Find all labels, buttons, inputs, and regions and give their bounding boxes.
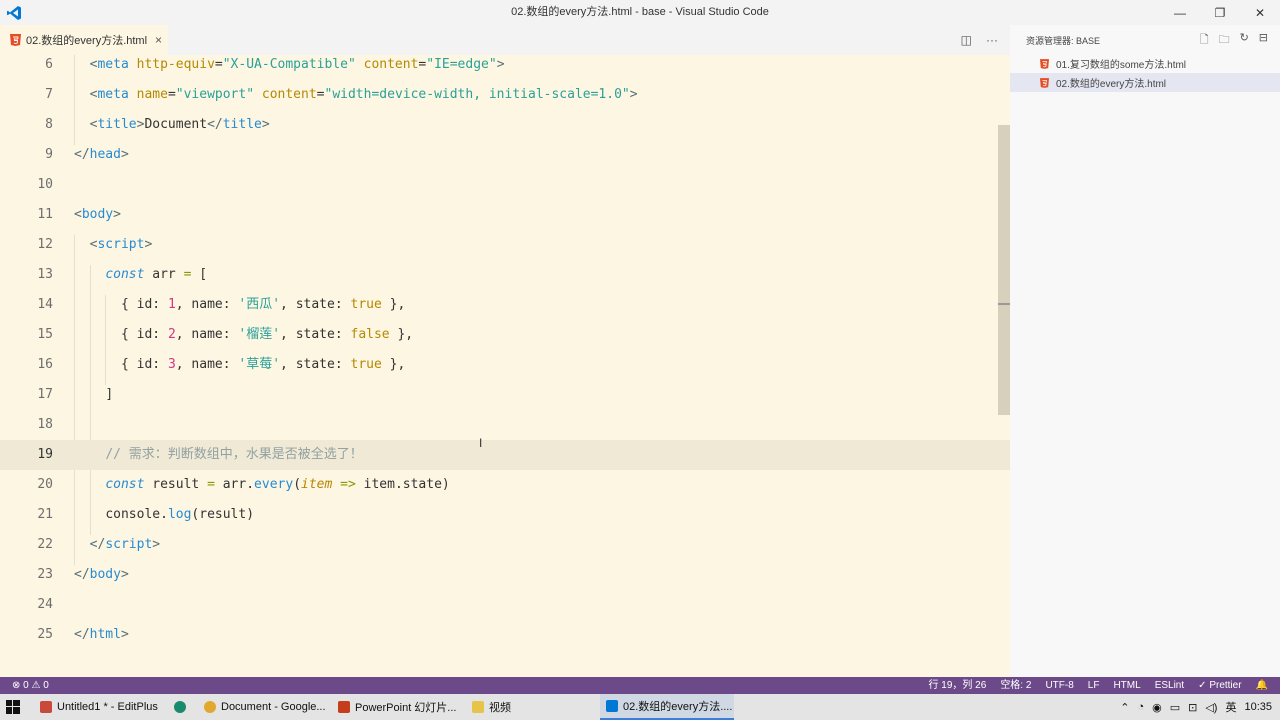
tab-label: 02.数组的every方法.html [26,35,148,47]
code-line: 25 </html> [37,627,129,642]
taskbar-item-chrome[interactable]: Document - Google... [204,694,326,720]
code-line: 7 <meta name="viewport" content="width=d… [45,87,638,102]
text-cursor-icon: I [479,436,483,450]
network-icon[interactable]: ◔ [1137,701,1144,713]
notification-bell-icon[interactable]: 🔔 [1256,677,1268,694]
code-line: 6 <meta http-equiv="X-UA-Compatible" con… [45,57,505,72]
system-tray: ⌃ ◔ ◉ ▭ ⊡ ◁) 英 10:35 [1120,694,1272,720]
tab-every-html[interactable]: 02.数组的every方法.html × [0,25,168,55]
language-mode[interactable]: HTML [1113,677,1140,694]
taskbar-item-powerpoint[interactable]: PowerPoint 幻灯片... [338,694,456,720]
indentation[interactable]: 空格: 2 [1000,677,1031,694]
taskbar-item-vscode[interactable]: 02.数组的every方法.... [600,694,734,720]
clock[interactable]: 10:35 [1244,701,1272,713]
tab-close-icon[interactable]: × [155,33,162,47]
code-line: 13 const arr = [ [37,267,208,282]
problems-indicator[interactable]: ⊗ 0 ⚠ 0 [12,677,49,694]
display-icon[interactable]: ⊡ [1188,701,1197,714]
explorer-panel: 资源管理器: BASE 🗋 🗀 ↻ ⊟ 01.复习数组的some方法.html … [1010,25,1280,677]
code-line: 10 [37,177,53,192]
html5-icon [10,34,21,46]
code-line: 22 </script> [37,537,161,552]
taskbar-item-edge[interactable] [174,694,191,720]
code-line: 9 </head> [45,147,129,162]
battery-icon[interactable]: ▭ [1170,701,1180,714]
eslint-status[interactable]: ESLint [1155,677,1184,694]
file-label: 01.复习数组的some方法.html [1056,60,1187,71]
ime-indicator[interactable]: 英 [1225,699,1236,715]
close-window-button[interactable]: ✕ [1240,0,1280,25]
new-file-icon[interactable]: 🗋 [1200,31,1209,50]
cursor-position[interactable]: 行 19，列 26 [929,677,987,694]
minimize-button[interactable]: — [1160,0,1200,25]
explorer-header: 资源管理器: BASE [1026,36,1101,46]
code-line: 17 ] [37,387,114,402]
title-bar: 02.数组的every方法.html - base - Visual Studi… [0,0,1280,25]
explorer-file-item-selected[interactable]: 02.数组的every方法.html [1010,73,1280,92]
end-of-line[interactable]: LF [1088,677,1100,694]
code-line: 18 [37,417,53,432]
code-line: 24 [37,597,53,612]
app-tray-icon[interactable]: ◉ [1152,701,1162,714]
window-title: 02.数组的every方法.html - base - Visual Studi… [511,6,769,18]
taskbar-item-editplus[interactable]: Untitled1 * - EditPlus [40,694,158,720]
editplus-icon [40,701,52,713]
code-line: 8 <title>Document</title> [45,117,270,132]
status-bar: ⊗ 0 ⚠ 0 行 19，列 26 空格: 2 UTF-8 LF HTML ES… [0,677,1280,694]
chrome-icon [204,701,216,713]
code-line: 14 { id: 1, name: '西瓜', state: true }, [37,297,406,312]
powerpoint-icon [338,701,350,713]
prettier-status[interactable]: ✓ Prettier [1198,677,1241,694]
folder-icon [472,701,484,713]
windows-taskbar: Untitled1 * - EditPlus Document - Google… [0,694,1280,720]
start-button[interactable] [6,694,26,720]
current-code-line: 19 // 需求：判断数组中，水果是否被全选了！ [0,440,1010,470]
show-hidden-icons-icon[interactable]: ⌃ [1120,701,1129,714]
encoding[interactable]: UTF-8 [1045,677,1073,694]
refresh-icon[interactable]: ↻ [1240,31,1249,50]
explorer-file-item[interactable]: 01.复习数组的some方法.html [1010,54,1280,73]
code-line: 15 { id: 2, name: '榴莲', state: false }, [37,327,414,342]
html5-icon [1040,77,1049,88]
maximize-button[interactable]: ❐ [1200,0,1240,25]
code-line: 11 <body> [37,207,121,222]
code-line: 16 { id: 3, name: '草莓', state: true }, [37,357,406,372]
windows-logo-icon [6,700,20,714]
collapse-all-icon[interactable]: ⊟ [1259,31,1268,50]
code-line: 20 const result = arr.every(item => item… [37,477,450,492]
html5-icon [1040,58,1049,69]
code-line: 23 </body> [37,567,129,582]
volume-icon[interactable]: ◁) [1205,701,1217,714]
editor-scrollbar[interactable] [998,125,1010,415]
editor-tab-bar: 02.数组的every方法.html × ◫ ··· [0,25,1010,55]
file-label: 02.数组的every方法.html [1056,79,1167,90]
more-actions-icon[interactable]: ··· [986,33,998,47]
code-line: 21 console.log(result) [37,507,255,522]
split-editor-icon[interactable]: ◫ [961,33,972,47]
new-folder-icon[interactable]: 🗀 [1219,31,1230,50]
edge-icon [174,701,186,713]
scrollbar-cursor-marker [998,303,1010,305]
code-editor[interactable]: 6 <meta http-equiv="X-UA-Compatible" con… [0,55,1010,677]
code-line: 12 <script> [37,237,153,252]
taskbar-item-folder[interactable]: 视频 [472,694,511,720]
vscode-icon [606,700,618,712]
